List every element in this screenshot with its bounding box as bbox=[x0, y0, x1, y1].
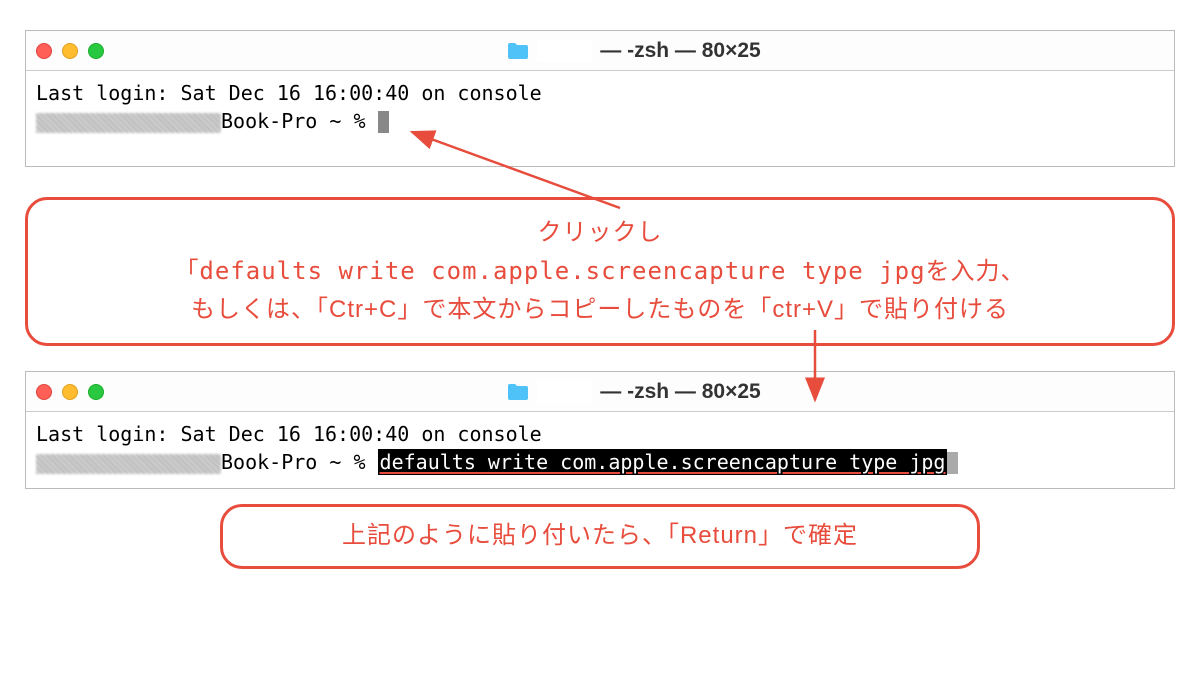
minimize-icon[interactable] bbox=[62, 43, 78, 59]
title-text: — -zsh — 80×25 bbox=[600, 39, 760, 63]
username-redacted bbox=[36, 113, 221, 133]
window-controls bbox=[36, 384, 104, 400]
entered-command: defaults write com.apple.screencapture t… bbox=[378, 449, 948, 475]
close-icon[interactable] bbox=[36, 384, 52, 400]
annotation-line: クリックし bbox=[50, 214, 1150, 252]
terminal-window-after: — -zsh — 80×25 Last login: Sat Dec 16 16… bbox=[25, 371, 1175, 489]
maximize-icon[interactable] bbox=[88, 43, 104, 59]
title-text: — -zsh — 80×25 bbox=[600, 380, 760, 404]
title-redacted bbox=[537, 381, 592, 403]
terminal-window-before: — -zsh — 80×25 Last login: Sat Dec 16 16… bbox=[25, 30, 1175, 167]
minimize-icon[interactable] bbox=[62, 384, 78, 400]
annotation-line: もしくは、「Ctr+C」で本文からコピーしたものを「ctr+V」で貼り付ける bbox=[50, 291, 1150, 329]
prompt-text: Book-Pro ~ % bbox=[221, 109, 378, 133]
username-redacted bbox=[36, 454, 221, 474]
close-icon[interactable] bbox=[36, 43, 52, 59]
prompt-text: Book-Pro ~ % bbox=[221, 450, 378, 474]
annotation-instruction-bottom: 上記のように貼り付いたら、「Return」で確定 bbox=[220, 504, 980, 568]
annotation-instruction-top: クリックし 「defaults write com.apple.screenca… bbox=[25, 197, 1175, 346]
cursor-icon bbox=[378, 111, 389, 133]
annotation-line: 「defaults write com.apple.screencapture … bbox=[50, 252, 1150, 290]
last-login-line: Last login: Sat Dec 16 16:00:40 on conso… bbox=[36, 420, 1164, 448]
folder-icon bbox=[507, 383, 529, 401]
terminal-output[interactable]: Last login: Sat Dec 16 16:00:40 on conso… bbox=[26, 412, 1174, 488]
terminal-output[interactable]: Last login: Sat Dec 16 16:00:40 on conso… bbox=[26, 71, 1174, 166]
window-titlebar: — -zsh — 80×25 bbox=[26, 31, 1174, 71]
window-title: — -zsh — 80×25 bbox=[104, 380, 1164, 404]
prompt-line[interactable]: Book-Pro ~ % defaults write com.apple.sc… bbox=[36, 448, 1164, 476]
maximize-icon[interactable] bbox=[88, 384, 104, 400]
window-title: — -zsh — 80×25 bbox=[104, 39, 1164, 63]
window-controls bbox=[36, 43, 104, 59]
title-redacted bbox=[537, 40, 592, 62]
prompt-line[interactable]: Book-Pro ~ % bbox=[36, 107, 1164, 135]
window-titlebar: — -zsh — 80×25 bbox=[26, 372, 1174, 412]
last-login-line: Last login: Sat Dec 16 16:00:40 on conso… bbox=[36, 79, 1164, 107]
cursor-icon bbox=[947, 452, 958, 474]
annotation-text: 上記のように貼り付いたら、「Return」で確定 bbox=[342, 522, 858, 549]
folder-icon bbox=[507, 42, 529, 60]
